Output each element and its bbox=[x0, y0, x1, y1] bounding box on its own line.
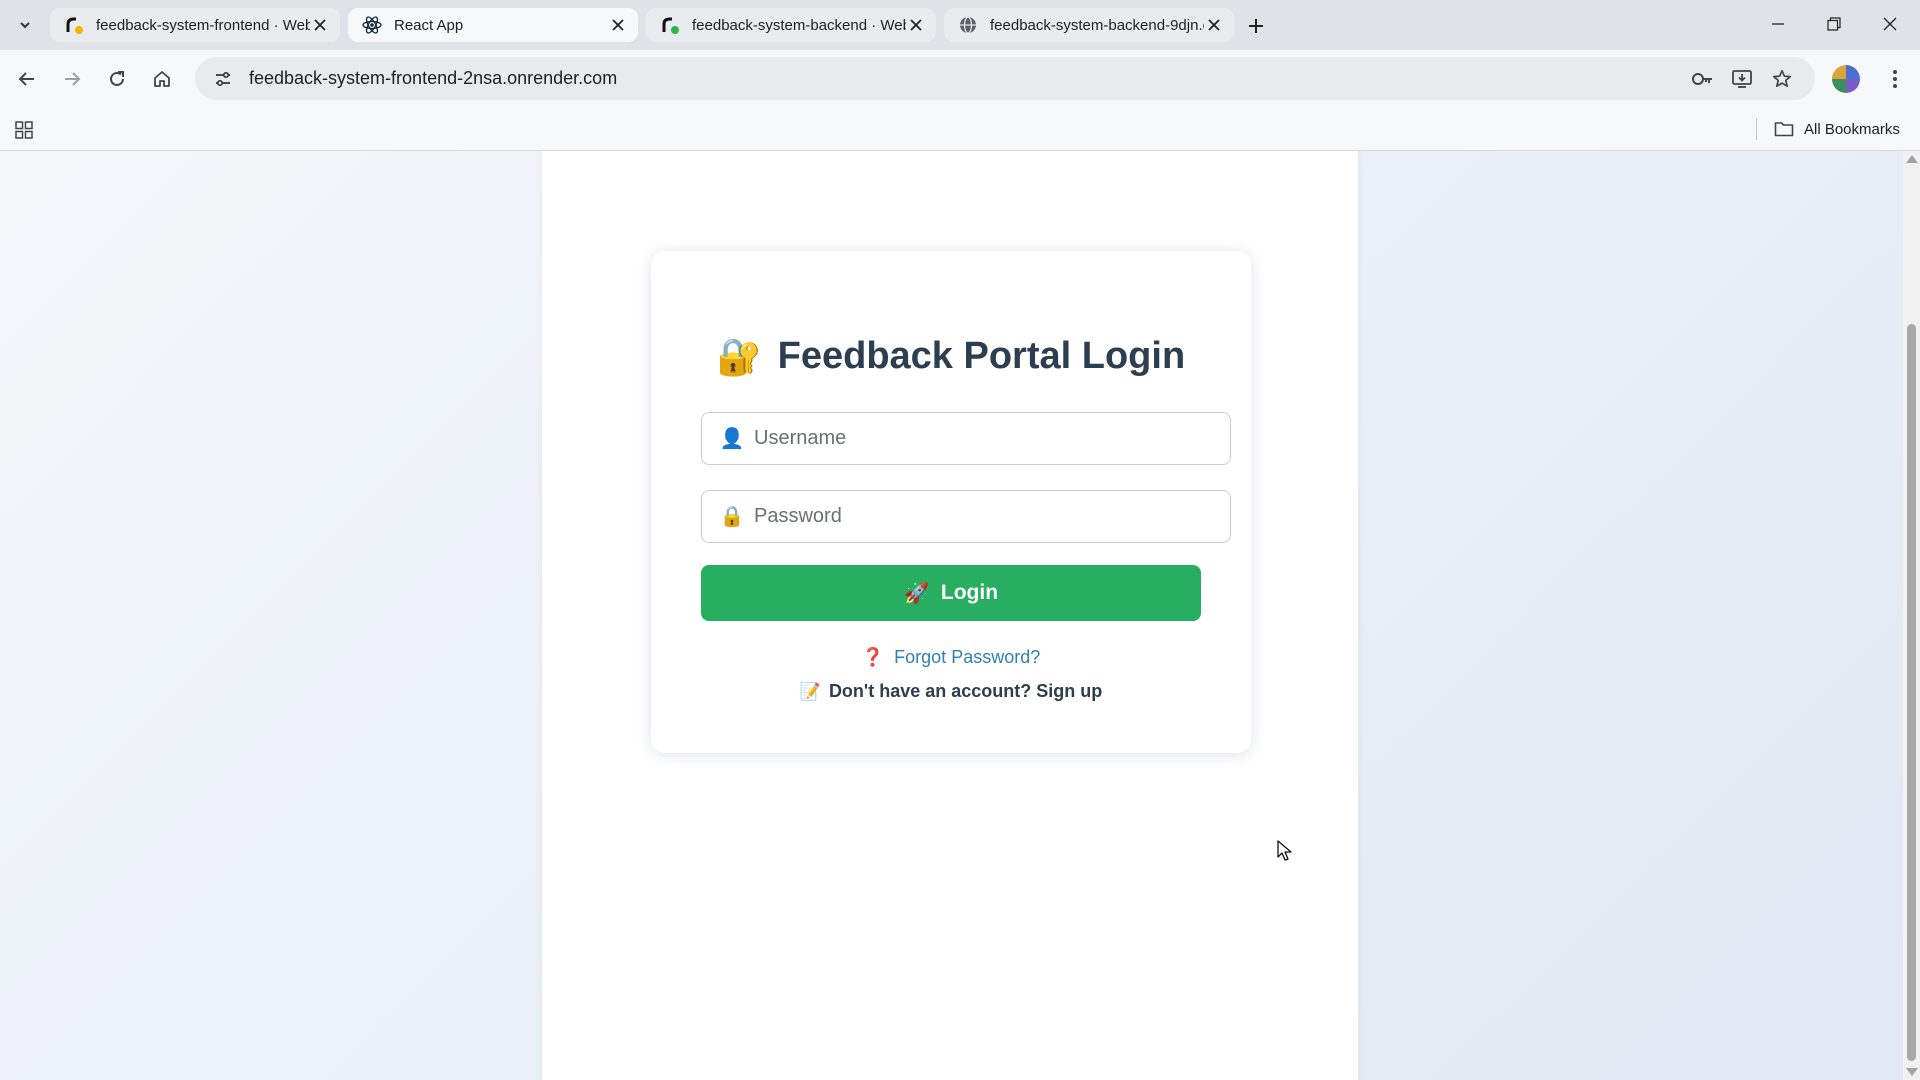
scrollbar-thumb[interactable] bbox=[1907, 324, 1916, 1061]
mouse-cursor-icon bbox=[1277, 840, 1293, 862]
page-title: 🔐 Feedback Portal Login bbox=[651, 335, 1251, 378]
bookmarks-separator bbox=[1756, 118, 1757, 140]
forgot-password-link[interactable]: ❓ Forgot Password? bbox=[651, 647, 1251, 668]
install-app-icon[interactable] bbox=[1725, 62, 1759, 96]
tab-search-chevron-icon[interactable] bbox=[12, 13, 38, 37]
new-tab-plus-icon[interactable] bbox=[1240, 10, 1272, 42]
react-logo-icon bbox=[362, 15, 382, 35]
site-settings-icon[interactable] bbox=[203, 59, 243, 99]
login-title-text: Feedback Portal Login bbox=[777, 335, 1186, 377]
back-arrow-icon[interactable] bbox=[10, 62, 44, 96]
scroll-down-arrow-icon[interactable] bbox=[1906, 1068, 1918, 1076]
apps-grid-icon[interactable] bbox=[10, 116, 38, 144]
all-bookmarks-label: All Bookmarks bbox=[1804, 120, 1900, 138]
signup-link[interactable]: 📝 Don't have an account? Sign up bbox=[651, 681, 1251, 702]
reload-icon[interactable] bbox=[100, 62, 134, 96]
page-scrollbar[interactable] bbox=[1903, 151, 1920, 1080]
profile-avatar[interactable] bbox=[1832, 65, 1860, 93]
memo-icon: 📝 bbox=[799, 682, 821, 701]
home-icon[interactable] bbox=[145, 62, 179, 96]
login-card: 🔐 Feedback Portal Login 👤 🔒 🚀 Login ❓ For… bbox=[651, 251, 1251, 753]
render-logo-icon bbox=[660, 15, 680, 35]
tab-backend-url[interactable]: feedback-system-backend-9djn.onrender.co… bbox=[944, 8, 1234, 42]
bookmarks-bar: All Bookmarks bbox=[0, 108, 1920, 151]
user-icon: 👤 bbox=[719, 428, 745, 450]
browser-toolbar: feedback-system-frontend-2nsa.onrender.c… bbox=[0, 50, 1920, 108]
signup-label: Don't have an account? Sign up bbox=[828, 681, 1103, 701]
tab-title: React App bbox=[394, 16, 464, 34]
tab-react-app[interactable]: React App bbox=[348, 8, 638, 42]
question-mark-icon: ❓ bbox=[861, 647, 885, 667]
forward-arrow-icon[interactable] bbox=[55, 62, 89, 96]
tab-frontend-render[interactable]: feedback-system-frontend · Web Service ·… bbox=[50, 8, 340, 42]
page-viewport: 🔐 Feedback Portal Login 👤 🔒 🚀 Login ❓ For… bbox=[0, 151, 1903, 1080]
password-input[interactable] bbox=[754, 505, 1230, 528]
bookmark-star-icon[interactable] bbox=[1765, 62, 1799, 96]
username-field[interactable]: 👤 bbox=[701, 412, 1231, 465]
close-tab-icon[interactable] bbox=[906, 15, 926, 35]
tab-strip: feedback-system-frontend · Web Service ·… bbox=[0, 0, 1920, 50]
login-button[interactable]: 🚀 Login bbox=[701, 565, 1201, 621]
tab-title: feedback-system-backend-9djn.onrender.co… bbox=[990, 16, 1204, 34]
folder-icon bbox=[1774, 121, 1794, 137]
scroll-up-arrow-icon[interactable] bbox=[1906, 155, 1918, 163]
minimize-icon[interactable] bbox=[1758, 8, 1798, 40]
url-text: feedback-system-frontend-2nsa.onrender.c… bbox=[249, 68, 618, 88]
tab-backend-render[interactable]: feedback-system-backend · Web Service · … bbox=[646, 8, 936, 42]
close-tab-icon[interactable] bbox=[310, 15, 330, 35]
close-tab-icon[interactable] bbox=[1204, 15, 1224, 35]
username-input[interactable] bbox=[754, 427, 1230, 450]
all-bookmarks-button[interactable]: All Bookmarks bbox=[1774, 116, 1900, 142]
more-menu-icon[interactable] bbox=[1880, 62, 1910, 96]
render-logo-icon bbox=[64, 15, 84, 35]
lock-with-key-icon: 🔐 bbox=[716, 335, 762, 377]
close-tab-icon[interactable] bbox=[608, 15, 628, 35]
forgot-password-label: Forgot Password? bbox=[894, 647, 1041, 667]
rocket-icon: 🚀 bbox=[903, 582, 929, 605]
tab-title: feedback-system-backend · Web Service · … bbox=[692, 16, 906, 34]
close-window-icon[interactable] bbox=[1870, 8, 1910, 40]
address-bar[interactable]: feedback-system-frontend-2nsa.onrender.c… bbox=[195, 57, 1815, 100]
restore-icon[interactable] bbox=[1814, 8, 1854, 40]
globe-icon bbox=[958, 15, 978, 35]
lock-icon: 🔒 bbox=[719, 506, 745, 528]
tab-title: feedback-system-frontend · Web Service ·… bbox=[96, 16, 310, 34]
password-field[interactable]: 🔒 bbox=[701, 490, 1231, 543]
password-key-icon[interactable] bbox=[1685, 62, 1719, 96]
login-button-label: Login bbox=[940, 581, 999, 604]
